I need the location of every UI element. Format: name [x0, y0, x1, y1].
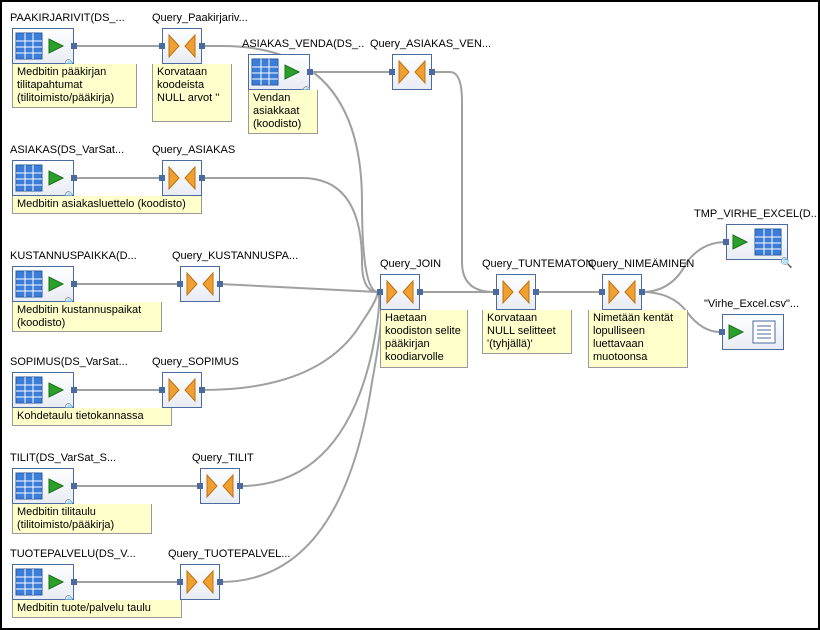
tilit-source[interactable]	[12, 468, 74, 504]
paakirjarivit-note: Medbitin pääkirjan tilitapahtumat (tilit…	[12, 64, 137, 108]
q-tilit-label: Query_TILIT	[192, 452, 292, 464]
tuotepalvelu-label: TUOTEPALVELU(DS_V...	[10, 548, 150, 560]
q-asiakas-label: Query_ASIAKAS	[152, 144, 272, 156]
tmp-virhe-target[interactable]	[726, 224, 788, 260]
asiakas-label: ASIAKAS(DS_VarSat...	[10, 144, 130, 156]
sopimus-source[interactable]	[12, 372, 74, 408]
q-join-label: Query_JOIN	[380, 258, 460, 270]
asiakas-note: Medbitin asiakasluettelo (koodisto)	[12, 196, 202, 214]
q-sopimus-label: Query_SOPIMUS	[152, 356, 272, 368]
q-paakirjariv-note: Korvataan koodeista NULL arvot ''	[152, 64, 232, 122]
q-kustannuspa-label: Query_KUSTANNUSPA...	[172, 250, 312, 262]
q-tuntematon-note: Korvataan NULL selitteet '(tyhjällä)'	[482, 310, 572, 354]
tuotepalvelu-note: Medbitin tuote/palvelu taulu	[12, 600, 182, 618]
diagram-canvas: PAAKIRJARIVIT(DS_... 🔍 Medbitin pääkirja…	[0, 0, 820, 630]
sopimus-note: Kohdetaulu tietokannassa	[12, 408, 172, 426]
tilit-label: TILIT(DS_VarSat_S...	[10, 452, 130, 464]
magnifier-icon[interactable]: 🔍	[780, 258, 790, 268]
q-tuotepalvel-label: Query_TUOTEPALVEL...	[168, 548, 308, 560]
kustannuspaikka-source[interactable]	[12, 266, 74, 302]
q-join-query[interactable]	[380, 274, 420, 310]
q-tilit-query[interactable]	[200, 468, 240, 504]
q-paakirjariv-query[interactable]	[162, 28, 202, 64]
q-nimeaminen-query[interactable]	[602, 274, 642, 310]
tuotepalvelu-source[interactable]	[12, 564, 74, 600]
q-asiakas-query[interactable]	[162, 160, 202, 196]
q-paakirjariv-label: Query_Paakirjariv...	[152, 12, 272, 24]
kustannuspaikka-label: KUSTANNUSPAIKKA(D...	[10, 250, 140, 262]
asiakas-venda-label: ASIAKAS_VENDA(DS_..	[242, 38, 372, 50]
q-tuntematon-label: Query_TUNTEMATON	[482, 258, 602, 270]
virhe-csv-label: "Virhe_Excel.csv"...	[704, 298, 820, 310]
q-nimeaminen-label: Query_NIMEÄMINEN	[588, 258, 708, 270]
q-tuntematon-query[interactable]	[496, 274, 536, 310]
tmp-virhe-label: TMP_VIRHE_EXCEL(D...	[694, 208, 820, 220]
tilit-note: Medbitin tilitaulu (tilitoimisto/pääkirj…	[12, 504, 152, 534]
paakirjarivit-label: PAAKIRJARIVIT(DS_...	[10, 12, 130, 24]
q-asiakas-ven-label: Query_ASIAKAS_VEN...	[370, 38, 510, 50]
paakirjarivit-source[interactable]	[12, 28, 74, 64]
q-nimeaminen-note: Nimetään kentät lopulliseen luettavaan m…	[588, 310, 688, 368]
asiakas-source[interactable]	[12, 160, 74, 196]
q-join-note: Haetaan koodiston selite pääkirjan koodi…	[380, 310, 468, 368]
kustannuspaikka-note: Medbitin kustannuspaikat (koodisto)	[12, 302, 162, 332]
q-sopimus-query[interactable]	[162, 372, 202, 408]
virhe-csv-target[interactable]	[722, 314, 784, 350]
asiakas-venda-note: Vendan asiakkaat (koodisto)	[248, 90, 318, 134]
q-asiakas-ven-query[interactable]	[392, 54, 432, 90]
asiakas-venda-source[interactable]	[248, 54, 310, 90]
sopimus-label: SOPIMUS(DS_VarSat...	[10, 356, 130, 368]
q-tuotepalvel-query[interactable]	[180, 564, 220, 600]
q-kustannuspa-query[interactable]	[180, 266, 220, 302]
